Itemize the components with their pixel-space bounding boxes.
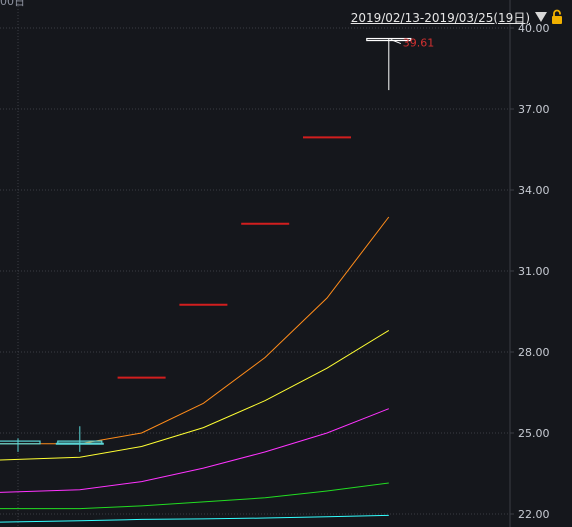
y-tick-label: 22.00 xyxy=(518,508,550,521)
y-tick-label: 25.00 xyxy=(518,427,550,440)
y-tick-label: 31.00 xyxy=(518,265,550,278)
y-tick-label: 37.00 xyxy=(518,103,550,116)
lock-icon[interactable] xyxy=(550,9,564,25)
last-price-tag: 39.61 xyxy=(403,37,435,50)
triangle-down-icon[interactable] xyxy=(535,12,547,22)
date-range-label[interactable]: 2019/02/13-2019/03/25(19日) xyxy=(351,9,530,26)
chart-background xyxy=(0,0,572,527)
price-chart[interactable]: 40.0037.0034.0031.0028.0025.0022.0039.61 xyxy=(0,0,572,527)
y-tick-label: 34.00 xyxy=(518,184,550,197)
date-range-bar: 2019/02/13-2019/03/25(19日) xyxy=(351,9,564,25)
corner-cut-label: 00日 xyxy=(0,0,25,8)
y-tick-label: 28.00 xyxy=(518,346,550,359)
